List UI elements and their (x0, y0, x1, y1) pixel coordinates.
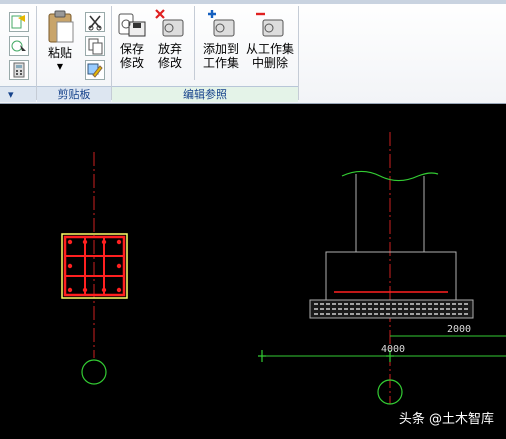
clipboard-panel-label: 剪贴板 (37, 86, 111, 102)
add-to-workset-label-2: 工作集 (202, 56, 239, 70)
match-properties-icon[interactable] (85, 60, 105, 80)
panel-quick-tools: ▾ (0, 4, 36, 102)
discard-changes-button[interactable]: 放弃 修改 (152, 8, 188, 70)
save-changes-icon (118, 13, 146, 37)
add-to-workset-button[interactable]: 添加到 工作集 (198, 8, 244, 70)
axis-bubble-left (81, 359, 107, 385)
discard-changes-icon (155, 9, 184, 37)
separator (194, 6, 195, 80)
discard-changes-label-1: 放弃 (157, 42, 182, 56)
remove-from-workset-label-2: 中删除 (251, 56, 288, 70)
calculator-icon[interactable] (9, 60, 29, 80)
save-changes-button[interactable]: 保存 修改 (114, 8, 150, 70)
dimension-4000: 4000 (381, 344, 405, 355)
panel-expand-arrow[interactable]: ▾ (0, 86, 36, 102)
drawing-canvas[interactable]: 2000 4000 (0, 104, 506, 439)
remove-from-workset-label-1: 从工作集 (245, 42, 294, 56)
dimension-tick-left (258, 350, 266, 362)
edit-reference-panel-label: 编辑参照 (112, 86, 298, 102)
cut-icon[interactable] (85, 12, 105, 32)
add-to-workset-icon (208, 10, 235, 37)
save-changes-label-2: 修改 (119, 56, 144, 70)
save-changes-label-1: 保存 (119, 42, 144, 56)
copy-icon[interactable] (85, 36, 105, 56)
discard-changes-label-2: 修改 (157, 56, 182, 70)
paste-button[interactable]: 粘贴 ▼ (43, 10, 77, 74)
quick-tool-2-icon[interactable] (9, 36, 29, 56)
panel-edit-reference: 保存 修改 放弃 修改 添加到 工作集 从工作集 中删除 编辑参照 (112, 4, 298, 102)
panel-clipboard: 粘贴 ▼ 剪贴板 (37, 4, 111, 102)
ribbon: ▾ 粘贴 ▼ 剪贴板 保存 修改 放弃 修改 添加到 工作集 从工作集 中删除 … (0, 0, 506, 104)
add-to-workset-label-1: 添加到 (202, 42, 239, 56)
paste-dropdown-arrow[interactable]: ▼ (43, 60, 77, 74)
dimension-2000: 2000 (447, 324, 471, 335)
paste-label: 粘贴 (47, 46, 72, 60)
quick-tool-1-icon[interactable] (9, 12, 29, 32)
clipboard-icon (48, 10, 74, 43)
foundation-elevation (309, 132, 474, 404)
remove-from-workset-button[interactable]: 从工作集 中删除 (244, 8, 296, 70)
remove-from-workset-icon (256, 12, 284, 37)
separator (298, 6, 299, 100)
watermark: 头条 @土木智库 (398, 412, 494, 427)
